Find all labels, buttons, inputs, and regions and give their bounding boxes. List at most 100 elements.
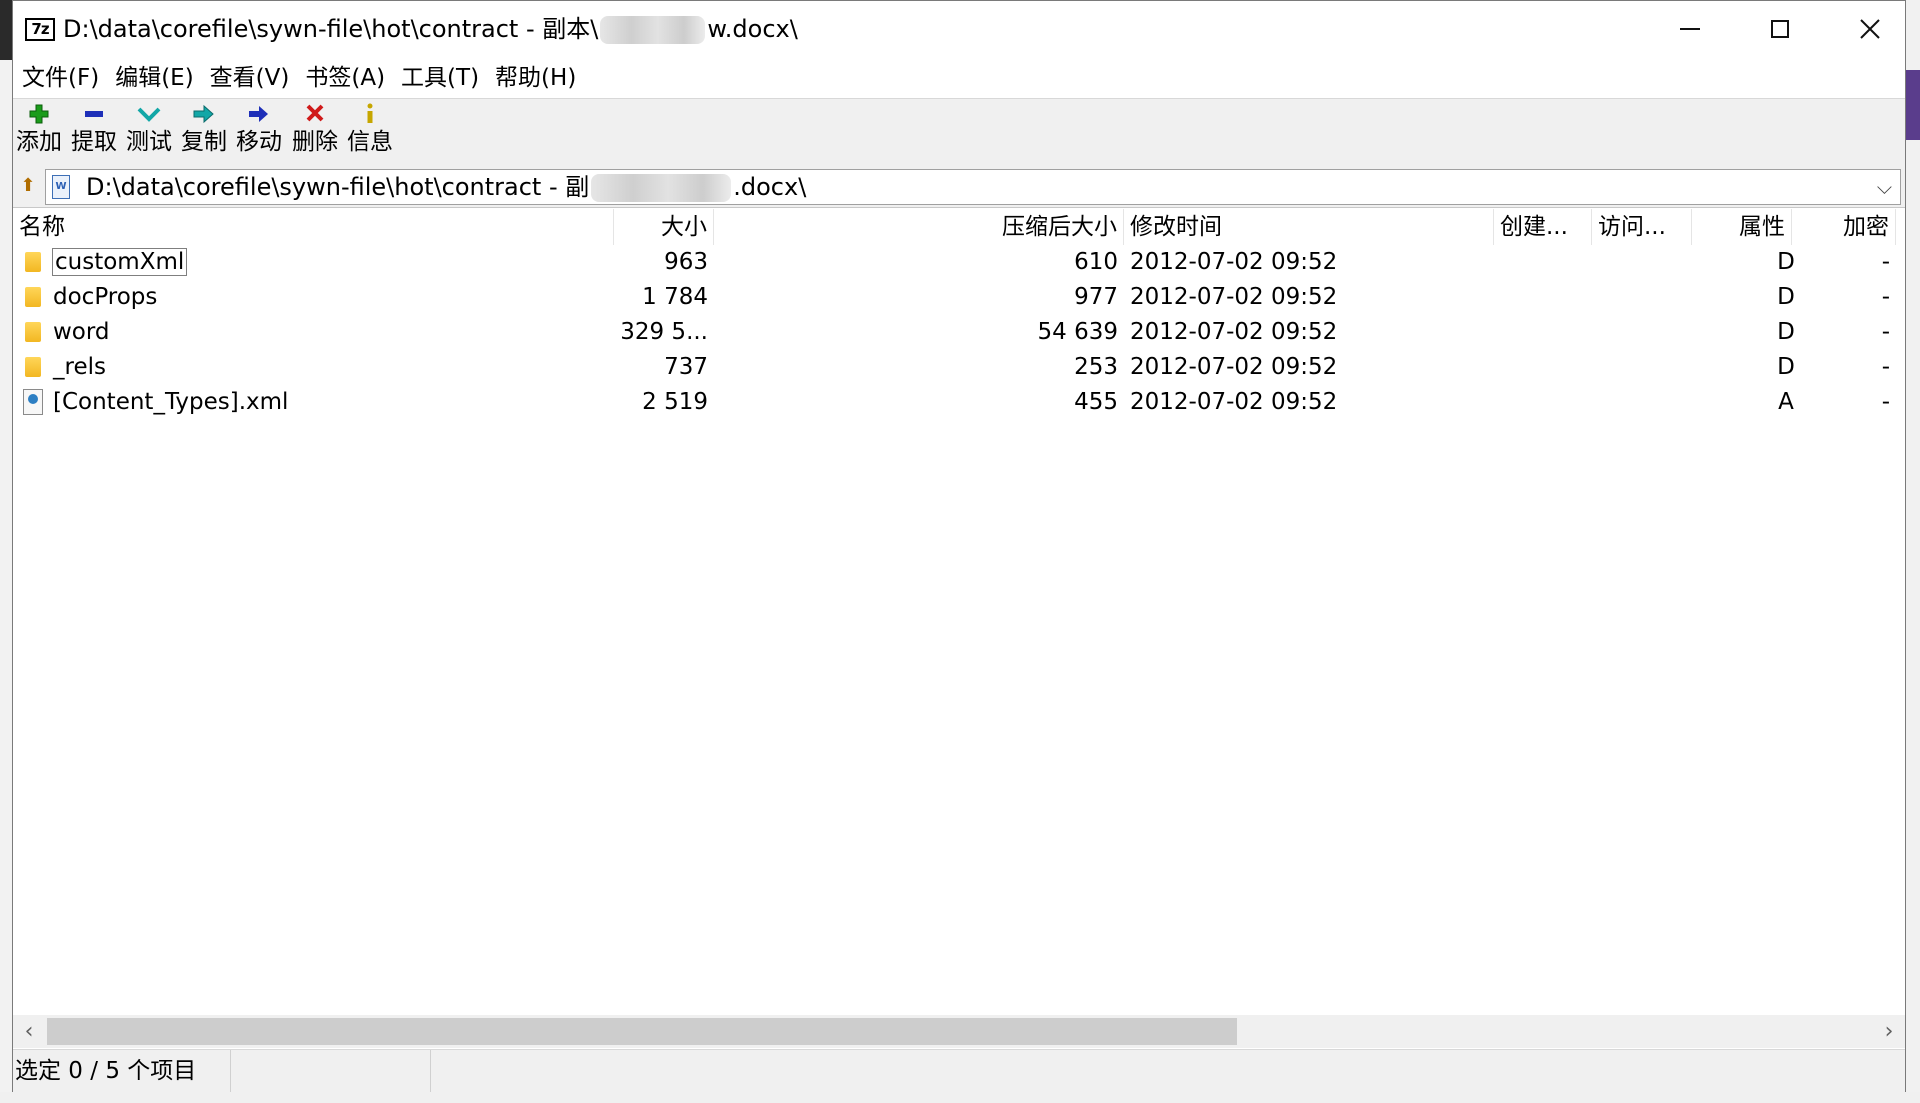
item-size: 737 xyxy=(664,354,708,380)
desktop-background-left xyxy=(0,0,12,1103)
minus-icon xyxy=(85,111,103,117)
status-bar: 选定 0 / 5 个项目 xyxy=(13,1049,1905,1092)
item-accessed xyxy=(1592,385,1692,420)
extract-label: 提取 xyxy=(71,129,117,155)
menu-view[interactable]: 查看(V) xyxy=(203,60,297,96)
menu-file[interactable]: 文件(F) xyxy=(15,60,106,96)
list-item[interactable]: [Content_Types].xml 2 519 455 2012-07-02… xyxy=(13,385,1905,420)
list-item[interactable]: customXml 963 610 2012-07-02 09:52 D - xyxy=(13,245,1905,280)
column-size[interactable]: 大小 xyxy=(614,209,714,245)
item-encrypted: - xyxy=(1881,319,1890,345)
window-title-suffix: w.docx\ xyxy=(707,15,798,43)
item-attributes: D xyxy=(1777,319,1795,345)
status-selection: 选定 0 / 5 个项目 xyxy=(13,1050,231,1092)
scroll-left-icon[interactable]: ‹ xyxy=(13,1015,45,1048)
column-accessed[interactable]: 访问... xyxy=(1592,209,1692,245)
address-field[interactable]: W D:\data\corefile\sywn-file\hot\contrac… xyxy=(45,169,1901,205)
address-path: D:\data\corefile\sywn-file\hot\contract … xyxy=(86,170,806,204)
item-attributes: D xyxy=(1777,249,1795,275)
item-accessed xyxy=(1592,315,1692,350)
column-created[interactable]: 创建... xyxy=(1494,209,1592,245)
redacted-text xyxy=(591,174,732,202)
copy-button[interactable]: 复制 xyxy=(178,101,230,163)
close-icon xyxy=(1860,19,1880,39)
info-label: 信息 xyxy=(347,129,393,155)
folder-up-icon: ⬆ xyxy=(20,175,36,196)
7zip-app-icon: 7z xyxy=(25,18,55,41)
minimize-icon xyxy=(1680,28,1700,30)
item-modified: 2012-07-02 09:52 xyxy=(1130,249,1338,275)
item-created xyxy=(1494,315,1592,350)
test-label: 测试 xyxy=(126,129,172,155)
copy-label: 复制 xyxy=(181,129,227,155)
list-header: 名称 大小 压缩后大小 修改时间 创建... 访问... 属性 加密 xyxy=(13,209,1905,245)
item-encrypted: - xyxy=(1881,284,1890,310)
menu-help[interactable]: 帮助(H) xyxy=(488,60,583,96)
item-accessed xyxy=(1592,245,1692,280)
item-name: docProps xyxy=(53,284,158,310)
add-button[interactable]: 添加 xyxy=(13,101,65,163)
list-item[interactable]: _rels 737 253 2012-07-02 09:52 D - xyxy=(13,350,1905,385)
menu-tools[interactable]: 工具(T) xyxy=(394,60,486,96)
item-name: customXml xyxy=(51,248,188,276)
column-encrypted[interactable]: 加密 xyxy=(1792,209,1896,245)
scrollbar-thumb[interactable] xyxy=(47,1018,1237,1045)
item-packed-size: 977 xyxy=(1074,284,1118,310)
item-packed-size: 253 xyxy=(1074,354,1118,380)
item-encrypted: - xyxy=(1881,249,1890,275)
item-size: 963 xyxy=(664,249,708,275)
close-button[interactable] xyxy=(1825,1,1915,57)
folder-up-button[interactable]: ⬆ xyxy=(15,171,41,201)
delete-button[interactable]: 删除 xyxy=(289,101,341,163)
window-title: D:\data\corefile\sywn-file\hot\contract … xyxy=(63,13,798,45)
item-size: 2 519 xyxy=(642,389,708,415)
item-encrypted: - xyxy=(1881,389,1890,415)
item-modified: 2012-07-02 09:52 xyxy=(1130,284,1338,310)
list-item[interactable]: word 329 5... 54 639 2012-07-02 09:52 D … xyxy=(13,315,1905,350)
item-size: 1 784 xyxy=(642,284,708,310)
info-button[interactable]: 信息 xyxy=(344,101,396,163)
title-bar[interactable]: 7z D:\data\corefile\sywn-file\hot\contra… xyxy=(13,1,1905,57)
item-attributes: D xyxy=(1777,354,1795,380)
move-button[interactable]: 移动 xyxy=(233,101,285,163)
check-down-icon xyxy=(137,107,161,122)
column-packed-size[interactable]: 压缩后大小 xyxy=(714,209,1124,245)
chevron-down-icon[interactable]: ⌵ xyxy=(1877,172,1892,202)
list-rows: customXml 963 610 2012-07-02 09:52 D - d… xyxy=(13,245,1905,420)
item-created xyxy=(1494,385,1592,420)
redacted-text xyxy=(600,16,706,44)
test-button[interactable]: 测试 xyxy=(123,101,175,163)
item-packed-size: 455 xyxy=(1074,389,1118,415)
horizontal-scrollbar[interactable]: ‹ › xyxy=(13,1015,1905,1048)
add-label: 添加 xyxy=(16,129,62,155)
window-title-prefix: D:\data\corefile\sywn-file\hot\contract … xyxy=(63,15,599,43)
maximize-button[interactable] xyxy=(1735,1,1825,57)
list-item[interactable]: docProps 1 784 977 2012-07-02 09:52 D - xyxy=(13,280,1905,315)
file-list: 名称 大小 压缩后大小 修改时间 创建... 访问... 属性 加密 custo… xyxy=(13,209,1905,1015)
word-document-icon: W xyxy=(52,175,70,199)
address-path-suffix: .docx\ xyxy=(733,173,807,201)
move-label: 移动 xyxy=(236,129,282,155)
item-encrypted: - xyxy=(1881,354,1890,380)
address-bar: ⬆ W D:\data\corefile\sywn-file\hot\contr… xyxy=(13,165,1905,208)
scroll-right-icon[interactable]: › xyxy=(1873,1015,1905,1048)
menu-bookmarks[interactable]: 书签(A) xyxy=(298,60,392,96)
extract-button[interactable]: 提取 xyxy=(68,101,120,163)
column-attributes[interactable]: 属性 xyxy=(1692,209,1792,245)
status-part-2 xyxy=(231,1050,431,1092)
maximize-icon xyxy=(1771,20,1789,38)
address-path-prefix: D:\data\corefile\sywn-file\hot\contract … xyxy=(86,173,590,201)
item-attributes: A xyxy=(1778,389,1794,415)
menu-edit[interactable]: 编辑(E) xyxy=(108,60,200,96)
7zip-file-manager-window: 7z D:\data\corefile\sywn-file\hot\contra… xyxy=(12,0,1906,1092)
toolbar: 添加 提取 测试 复制 移动 删除 信息 xyxy=(13,98,1905,166)
column-modified[interactable]: 修改时间 xyxy=(1124,209,1494,245)
item-name: [Content_Types].xml xyxy=(53,389,289,415)
column-name[interactable]: 名称 xyxy=(13,209,614,245)
item-size: 329 5... xyxy=(620,319,708,345)
item-created xyxy=(1494,245,1592,280)
item-name: _rels xyxy=(53,354,106,380)
item-packed-size: 54 639 xyxy=(1037,319,1118,345)
minimize-button[interactable] xyxy=(1645,1,1735,57)
item-modified: 2012-07-02 09:52 xyxy=(1130,389,1338,415)
